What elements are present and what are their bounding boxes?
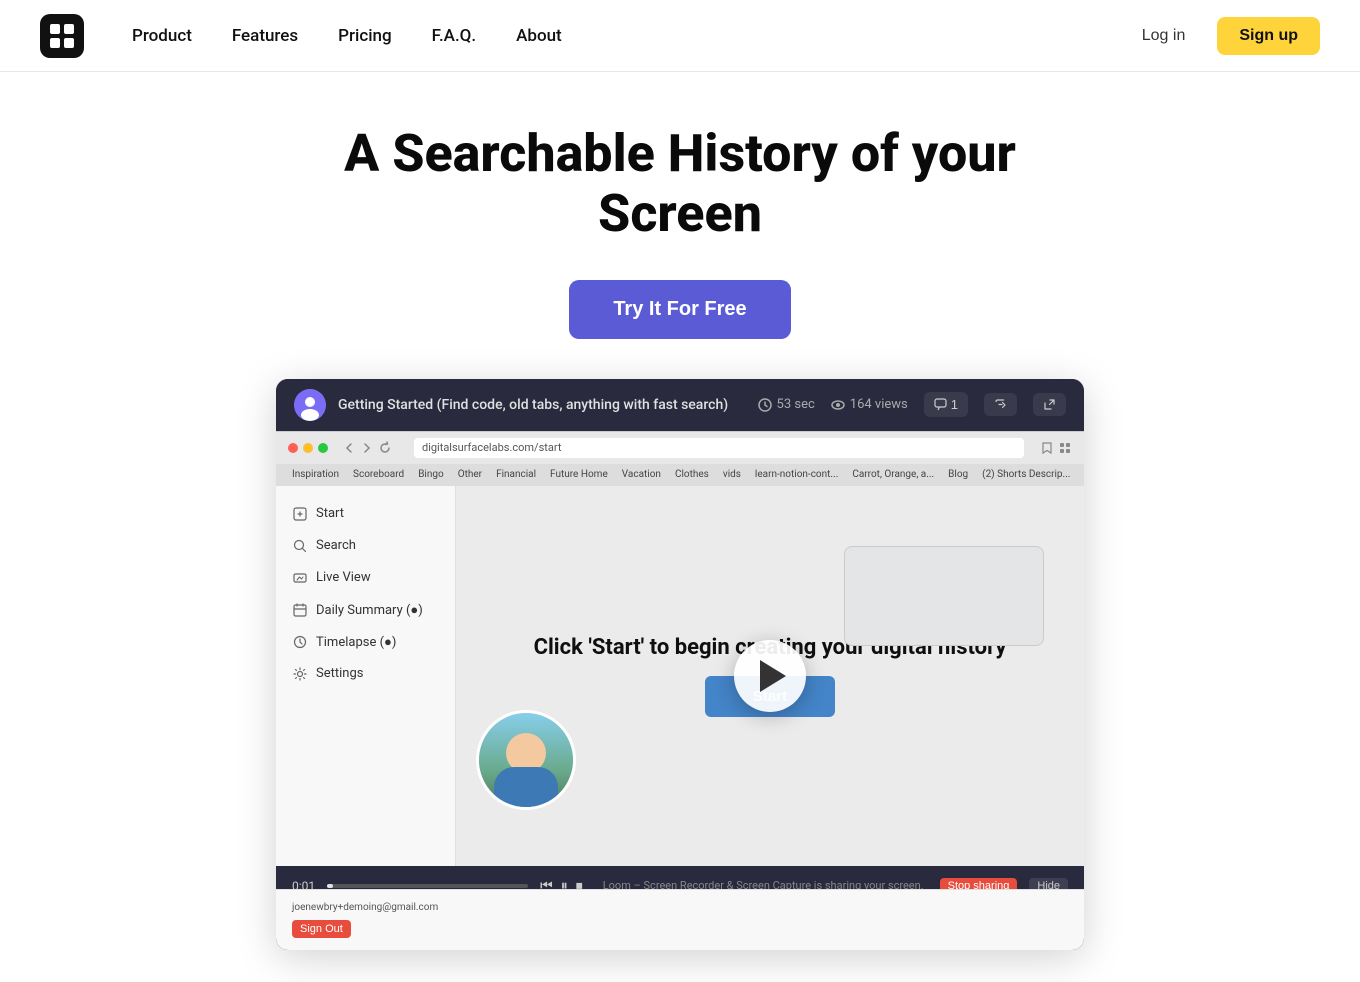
dot-fullscreen xyxy=(318,443,328,453)
sidebar-user-email: joenewbry+demoing@gmail.com xyxy=(292,902,1068,913)
video-top-bar-right: 53 sec 164 views 1 xyxy=(758,392,1066,417)
nav-pricing[interactable]: Pricing xyxy=(322,18,408,54)
cta-button[interactable]: Try It For Free xyxy=(569,280,790,339)
bookmark-blog: Blog xyxy=(944,467,972,482)
sidebar-start[interactable]: Start xyxy=(276,498,455,530)
sidebar-liveview[interactable]: Live View xyxy=(276,562,455,594)
sidebar-settings-icon xyxy=(292,666,308,682)
navbar: Product Features Pricing F.A.Q. About Lo… xyxy=(0,0,1360,72)
login-button[interactable]: Log in xyxy=(1126,19,1202,53)
browser-bookmarks: Inspiration Scoreboard Bingo Other Finan… xyxy=(276,464,1084,486)
bookmark-clothes: Clothes xyxy=(671,467,713,482)
sidebar-timelapse-icon xyxy=(292,634,308,650)
bookmark-shorts: (2) Shorts Descrip... xyxy=(978,467,1074,482)
refresh-icon xyxy=(378,441,392,455)
browser-main-area: Click 'Start' to begin creating your dig… xyxy=(456,486,1084,866)
bookmark-bingo: Bingo xyxy=(414,467,448,482)
sidebar-search-label: Search xyxy=(316,538,356,553)
signout-button[interactable]: Sign Out xyxy=(292,920,351,938)
dot-minimize xyxy=(303,443,313,453)
video-duration: 53 sec xyxy=(758,397,815,412)
comment-button[interactable]: 1 xyxy=(924,392,968,417)
bookmark-vacation: Vacation xyxy=(618,467,665,482)
sidebar-timelapse[interactable]: Timelapse (●) xyxy=(276,626,455,658)
bookmark-vids: vids xyxy=(719,467,745,482)
hero-title: A Searchable History of your Screen xyxy=(290,124,1070,244)
share-link-button[interactable] xyxy=(984,393,1017,416)
sidebar-liveview-icon xyxy=(292,570,308,586)
start-modal xyxy=(844,546,1044,646)
avatar-person xyxy=(479,713,573,807)
forward-icon xyxy=(360,441,374,455)
sidebar-start-icon xyxy=(292,506,308,522)
video-container[interactable]: Getting Started (Find code, old tabs, an… xyxy=(276,379,1084,950)
video-top-bar-left: Getting Started (Find code, old tabs, an… xyxy=(294,389,728,421)
sidebar-timelapse-label: Timelapse (●) xyxy=(316,634,396,650)
avatar-body xyxy=(494,767,558,807)
bookmark-financial: Financial xyxy=(492,467,540,482)
nav-about[interactable]: About xyxy=(500,18,578,54)
browser-sidebar: Start Search Live View Daily Summary (●) xyxy=(276,486,456,866)
browser-bar: digitalsurfacelabs.com/start xyxy=(276,432,1084,464)
progress-fill xyxy=(327,884,333,888)
browser-url[interactable]: digitalsurfacelabs.com/start xyxy=(414,438,1024,458)
browser-content: Start Search Live View Daily Summary (●) xyxy=(276,486,1084,866)
sidebar-daily-label: Daily Summary (●) xyxy=(316,602,423,618)
sidebar-search-icon xyxy=(292,538,308,554)
video-bottom-avatar xyxy=(476,710,576,810)
sidebar-liveview-label: Live View xyxy=(316,570,371,585)
views-text: 164 views xyxy=(850,397,908,412)
duration-text: 53 sec xyxy=(777,397,815,412)
nav-product[interactable]: Product xyxy=(116,18,208,54)
logo[interactable] xyxy=(40,14,84,58)
video-avatar xyxy=(294,389,326,421)
nav-faq[interactable]: F.A.Q. xyxy=(416,18,492,54)
comment-count: 1 xyxy=(951,397,958,412)
back-icon xyxy=(342,441,356,455)
extensions-icon xyxy=(1058,441,1072,455)
sidebar-settings[interactable]: Settings xyxy=(276,658,455,690)
bookmark-inspiration: Inspiration xyxy=(288,467,343,482)
progress-track[interactable] xyxy=(327,884,528,888)
video-title-text: Getting Started (Find code, old tabs, an… xyxy=(338,397,728,413)
nav-links: Product Features Pricing F.A.Q. About xyxy=(116,18,1126,54)
sidebar-daily[interactable]: Daily Summary (●) xyxy=(276,594,455,626)
bookmark-notion: learn-notion-cont... xyxy=(751,467,842,482)
open-button[interactable] xyxy=(1033,393,1066,416)
signup-button[interactable]: Sign up xyxy=(1217,17,1320,55)
hero-section: A Searchable History of your Screen Try … xyxy=(0,72,1360,982)
bookmark-other: Other xyxy=(454,467,486,482)
sidebar-start-label: Start xyxy=(316,506,344,521)
video-views: 164 views xyxy=(831,397,908,412)
sidebar-search[interactable]: Search xyxy=(276,530,455,562)
bookmark-scoreboard: Scoreboard xyxy=(349,467,408,482)
browser-start-button[interactable]: Start xyxy=(705,676,835,717)
nav-actions: Log in Sign up xyxy=(1126,17,1320,55)
browser-dots xyxy=(288,443,328,453)
sidebar-settings-label: Settings xyxy=(316,666,363,681)
bookmark-icon xyxy=(1040,441,1054,455)
video-top-bar: Getting Started (Find code, old tabs, an… xyxy=(276,379,1084,431)
bookmark-carrot: Carrot, Orange, a... xyxy=(848,467,938,482)
dot-close xyxy=(288,443,298,453)
bookmark-other-bookmarks: Other Bookmarks xyxy=(1080,467,1084,482)
sidebar-daily-icon xyxy=(292,602,308,618)
bookmark-futurehome: Future Home xyxy=(546,467,612,482)
browser-mockup: digitalsurfacelabs.com/start Inspiration… xyxy=(276,431,1084,950)
nav-features[interactable]: Features xyxy=(216,18,314,54)
